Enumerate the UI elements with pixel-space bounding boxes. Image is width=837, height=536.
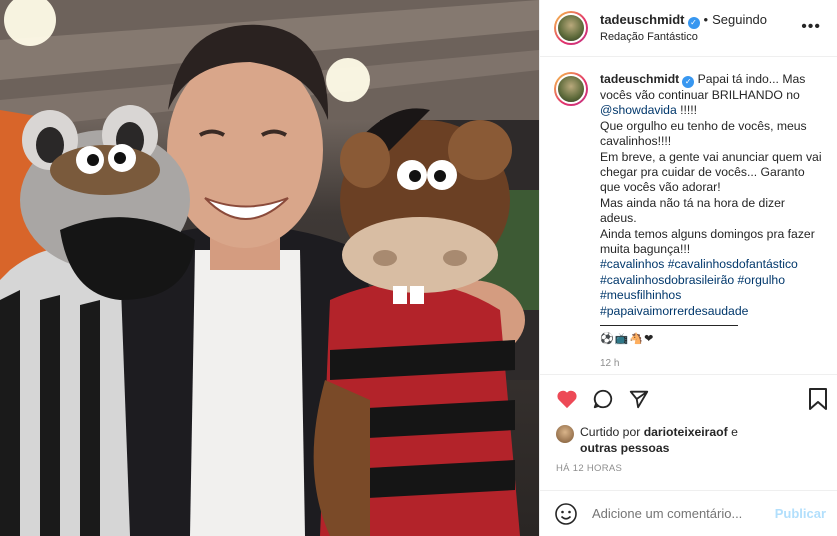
verified-badge-icon: ✓: [682, 76, 695, 88]
caption-section: tadeuschmidt ✓ Papai tá indo... Mas vocês…: [540, 58, 837, 366]
comment-input[interactable]: [592, 506, 762, 521]
following-button[interactable]: Seguindo: [712, 12, 767, 27]
hashtag-link[interactable]: #papaivaimorrerdesaudade: [600, 304, 822, 319]
share-icon[interactable]: [626, 386, 652, 412]
comment-box: Publicar: [540, 490, 837, 536]
location-link[interactable]: Redação Fantástico: [600, 29, 767, 46]
hashtag-link[interactable]: #meusfilhinhos: [600, 288, 822, 303]
avatar[interactable]: [554, 11, 588, 45]
header-username[interactable]: tadeuschmidt: [600, 12, 685, 27]
caption-line: vocês vão continuar BRILHANDO no: [600, 88, 800, 102]
hashtag-link[interactable]: #cavalinhos #cavalinhosdofantástico: [600, 257, 822, 272]
verified-badge-icon: ✓: [687, 16, 700, 29]
caption-line: Papai tá indo... Mas: [697, 72, 806, 86]
liked-by-label: Curtido por: [580, 425, 641, 439]
publish-button[interactable]: Publicar: [775, 506, 826, 521]
hashtag-link[interactable]: #cavalinhosdobrasileirão #orgulho: [600, 273, 822, 288]
caption-text: tadeuschmidt ✓ Papai tá indo... Mas vocês…: [600, 72, 822, 366]
post-header: tadeuschmidt ✓ • Seguindo Redação Fantástic…: [540, 0, 837, 57]
emoji-line: ⚽📺🐴❤: [600, 333, 655, 346]
liker-username[interactable]: darioteixeiraof: [644, 425, 728, 439]
post-side-panel: tadeuschmidt ✓ • Seguindo Redação Fantástic…: [539, 0, 837, 536]
caption-line: que vocês vão adorar!: [600, 180, 721, 195]
comment-icon[interactable]: [590, 386, 616, 412]
action-bar: [540, 374, 837, 422]
caption-divider: [600, 325, 738, 327]
post-timestamp[interactable]: HÁ 12 HORAS: [556, 463, 622, 474]
mention-link[interactable]: @showdavida: [600, 103, 677, 117]
caption-line: muita bagunça!!!: [600, 242, 691, 257]
caption-avatar[interactable]: [554, 72, 588, 106]
bookmark-icon[interactable]: [808, 387, 828, 414]
caption-line: Mas ainda não tá na hora de dizer adeus.: [600, 195, 785, 226]
heart-icon[interactable]: [554, 386, 580, 412]
likes-summary: Curtido por darioteixeiraof e outras pes…: [556, 424, 826, 456]
caption-time: 12 h: [600, 357, 620, 367]
instagram-post: tadeuschmidt ✓ • Seguindo Redação Fantástic…: [0, 0, 837, 536]
likes-conjunction: e: [731, 425, 738, 439]
more-icon[interactable]: •••: [801, 18, 821, 36]
photo-illustration: [0, 0, 539, 536]
post-photo[interactable]: [0, 0, 539, 536]
caption-username[interactable]: tadeuschmidt: [600, 72, 679, 86]
liker-avatar[interactable]: [556, 425, 574, 443]
caption-line: Que orgulho eu tenho de vocês, meus: [600, 118, 807, 133]
smiley-icon[interactable]: [554, 502, 578, 526]
caption-line: chegar pra cuidar de vocês... Garanto: [600, 165, 805, 180]
caption-line: Em breve, a gente vai anunciar quem vai: [600, 149, 822, 164]
separator-dot: •: [703, 11, 709, 27]
other-likers-link[interactable]: outras pessoas: [580, 441, 669, 455]
caption-line: cavalinhos!!!!: [600, 134, 672, 149]
caption-line: Ainda temos alguns domingos pra fazer: [600, 226, 815, 241]
